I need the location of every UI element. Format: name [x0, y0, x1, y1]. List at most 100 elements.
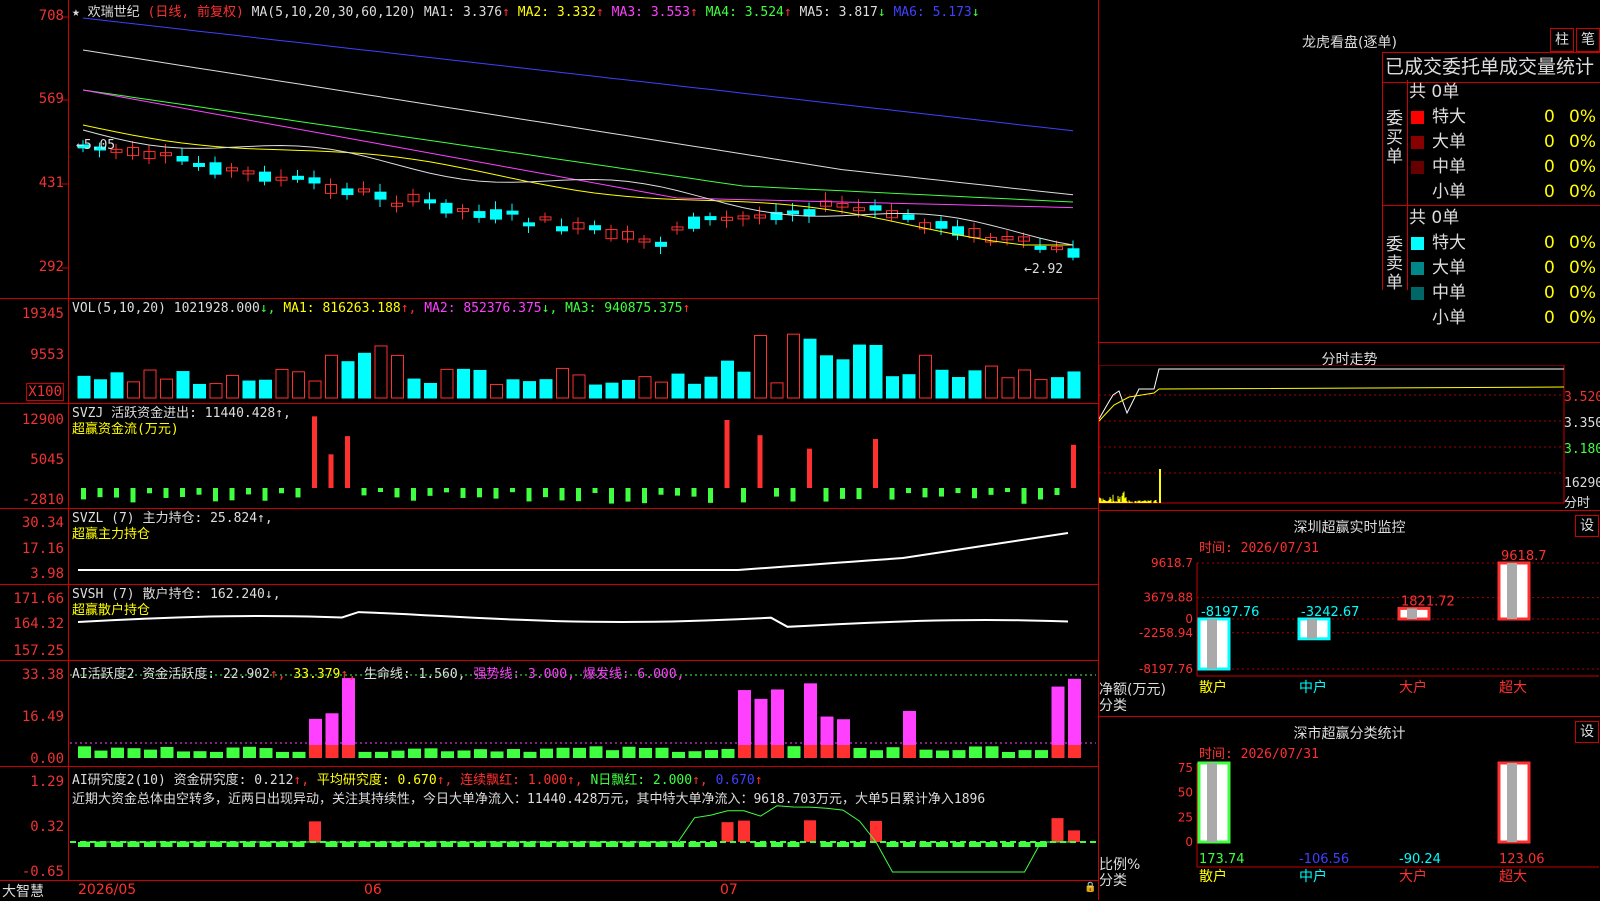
activity-bar: [622, 746, 636, 758]
net-bar-shade: [1407, 608, 1417, 619]
flow-bar: [972, 488, 977, 499]
category-label: 中户: [1299, 679, 1327, 696]
flow-bar: [295, 488, 301, 498]
order-row: 小单 0 0%: [1409, 306, 1599, 331]
activity-bar: [276, 751, 289, 758]
ai2-tick: -0.65: [21, 864, 64, 880]
kline-chart-area[interactable]: [0, 0, 1100, 900]
volume-bar: [1051, 377, 1064, 399]
activity-bar: [457, 750, 471, 758]
flow-bar: [1021, 488, 1027, 504]
intraday-vol: 16290: [1564, 476, 1600, 491]
activity-bar: [78, 746, 91, 758]
svsh-tick: 171.66: [13, 591, 64, 607]
flow-bar: [592, 488, 598, 494]
volume-bar: [209, 383, 223, 399]
category-label: 大户: [1399, 868, 1427, 885]
volume-bar: [242, 380, 256, 399]
ai-research-header: AI研究度2(10) 资金研究度: 0.212↑, 平均研究度: 0.670↑,…: [72, 773, 763, 788]
vol-tick: 19345: [21, 306, 64, 322]
flow-bar: [246, 488, 251, 495]
flow-bar: [1005, 488, 1010, 493]
flow-bar: [675, 488, 680, 496]
flow-bar: [345, 436, 350, 488]
flow-bar: [691, 488, 697, 497]
intraday-panel[interactable]: 分时走势 3.520 3.350 3.180 16290 分时: [1099, 342, 1600, 511]
ai1-tick: 16.49: [21, 709, 64, 725]
volume-bar: [754, 334, 767, 399]
flow-bar: [510, 488, 515, 493]
activity-bar: [243, 746, 256, 758]
bar-value-label: 123.06: [1499, 852, 1545, 867]
research-bar: [309, 821, 321, 842]
vol-unit-tag: X100: [26, 383, 64, 401]
volume-bar: [985, 365, 998, 399]
volume-bar: [836, 359, 850, 399]
volume-bar: [605, 382, 619, 399]
volume-bar: [440, 368, 454, 399]
order-count: 共 0单: [1409, 82, 1460, 102]
activity-bar: [589, 746, 603, 758]
svzj-tick: 5045: [30, 452, 64, 468]
intraday-frame: [1099, 365, 1565, 504]
order-row: 特大 0 0%: [1409, 105, 1599, 130]
ma-line: [82, 89, 1074, 203]
candlestick-series: [77, 140, 1080, 261]
intraday-unit: 分时: [1564, 496, 1591, 511]
sz-class-ylabel: 比例% 分类: [1099, 857, 1141, 889]
flow-bar: [163, 488, 169, 498]
candle: [292, 175, 304, 180]
flow-bar: [97, 488, 103, 498]
volume-bar: [358, 352, 371, 399]
volume-bar: [1034, 379, 1048, 399]
volume-bar: [671, 373, 685, 399]
volume-bar: [952, 377, 965, 399]
flow-bar: [658, 488, 664, 495]
intraday-tick: 3.180: [1564, 442, 1600, 457]
flow-bar: [312, 416, 317, 488]
activity-bar: [226, 747, 240, 758]
activity-bar: [556, 747, 570, 758]
flow-bar: [279, 488, 284, 494]
sz-class-panel[interactable]: 深市超赢分类统计 设 时间: 2026/07/31 75 50 25 0 173.74 散…: [1099, 716, 1600, 901]
candle: [688, 216, 700, 229]
activity-base: [903, 745, 916, 758]
sell-side-label: 委卖单: [1386, 235, 1403, 293]
bar-value-label: 9618.7: [1501, 549, 1547, 564]
flow-bar: [790, 488, 796, 502]
volume-bar: [1018, 369, 1031, 399]
lock-icon[interactable]: 🔒: [1084, 882, 1096, 893]
volume-bar: [523, 381, 536, 399]
candle: [589, 225, 601, 231]
svsh-tick: 164.32: [13, 616, 64, 632]
volume-bar: [391, 354, 404, 399]
candle: [803, 209, 816, 217]
volume-bar: [803, 338, 817, 399]
svzl-tick: 3.98: [30, 566, 64, 582]
activity-bar: [210, 751, 223, 758]
bar-value-label: -8197.76: [1201, 605, 1259, 620]
activity-bar: [424, 748, 438, 758]
sz-monitor-panel[interactable]: 深圳超赢实时监控 设 时间: 2026/07/31 9618.7 3679.88 0…: [1099, 510, 1600, 717]
flow-bar: [609, 488, 614, 504]
candle: [1034, 245, 1047, 250]
flow-bar: [1038, 488, 1043, 500]
activity-bar: [408, 748, 421, 758]
period-mode[interactable]: (日线, 前复权): [148, 5, 244, 20]
flow-bar: [724, 420, 730, 488]
sz-monitor-ylabel: 净额(万元) 分类: [1099, 682, 1166, 714]
volume-bar: [490, 383, 503, 399]
flow-bar: [444, 488, 449, 493]
svzj-tick: -2810: [21, 492, 64, 508]
volume-bar: [704, 376, 718, 399]
volume-bar: [737, 371, 751, 399]
flow-bar: [427, 488, 433, 496]
volume-bar: [935, 369, 949, 399]
star-icon[interactable]: ★: [72, 5, 80, 20]
volume-bar: [193, 383, 206, 399]
volume-bar: [94, 379, 107, 399]
volume-bar: [1067, 371, 1081, 399]
stock-name: 欢瑞世纪: [87, 5, 140, 20]
net-amount-chart: 9618.7 3679.88 0-2258.94 -8197.76 -8197.76 散户…: [1139, 549, 1599, 696]
category-label: 中户: [1299, 868, 1327, 885]
